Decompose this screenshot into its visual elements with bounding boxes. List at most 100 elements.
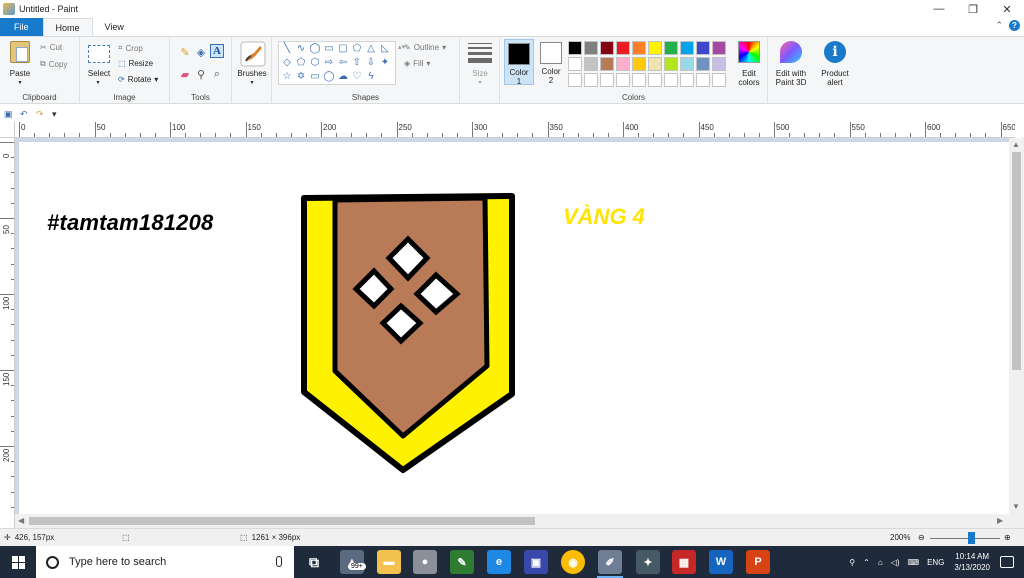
tab-view[interactable]: View bbox=[93, 18, 136, 36]
collapse-ribbon-icon[interactable]: ⌃ bbox=[995, 20, 1003, 31]
lightning-shape-icon[interactable]: ϟ bbox=[365, 72, 377, 82]
customize-qat-icon[interactable]: ▾ bbox=[52, 109, 62, 119]
palette-swatch[interactable] bbox=[680, 73, 694, 87]
zoom-in-icon[interactable]: ⊕ bbox=[1004, 533, 1011, 542]
paste-button[interactable]: Paste bbox=[6, 69, 34, 78]
palette-swatch[interactable] bbox=[648, 57, 662, 71]
palette-swatch[interactable] bbox=[584, 57, 598, 71]
line-shape-icon[interactable]: ╲ bbox=[281, 44, 293, 54]
people-tray-icon[interactable]: ⚲ bbox=[849, 558, 855, 567]
hat-app-icon[interactable]: ▲ bbox=[340, 550, 364, 574]
horizontal-scroll-thumb[interactable] bbox=[29, 517, 535, 525]
rectangle-shape-icon[interactable]: ▭ bbox=[323, 44, 335, 54]
color1-button[interactable]: Color 1 bbox=[504, 39, 534, 86]
scroll-left-icon[interactable]: ◀ bbox=[18, 516, 24, 525]
save-icon[interactable]: ▣ bbox=[4, 109, 14, 119]
floppy-app-icon[interactable]: ▣ bbox=[524, 550, 548, 574]
edit-colors-line2[interactable]: colors bbox=[730, 78, 768, 87]
fill-bucket-icon[interactable]: ◈ bbox=[194, 45, 208, 59]
color-picker-icon[interactable]: ⚲ bbox=[194, 67, 208, 81]
palette-swatch[interactable] bbox=[712, 41, 726, 55]
polygon-shape-icon[interactable]: ⬠ bbox=[351, 44, 363, 54]
edit-colors-icon[interactable] bbox=[738, 41, 760, 63]
product-alert-icon[interactable]: i bbox=[824, 41, 846, 63]
magnifier-icon[interactable]: ⌕ bbox=[210, 67, 224, 81]
palette-swatch[interactable] bbox=[600, 73, 614, 87]
sheets-app-icon[interactable]: ✎ bbox=[450, 550, 474, 574]
drawing-canvas[interactable]: #tamtam181208 VÀNG 4 bbox=[19, 142, 1009, 514]
callout-cloud-shape-icon[interactable]: ☁ bbox=[337, 72, 349, 82]
palette-swatch[interactable] bbox=[680, 57, 694, 71]
palette-swatch[interactable] bbox=[696, 57, 710, 71]
powerpoint-app-icon[interactable]: P bbox=[746, 550, 770, 574]
select-dropdown-icon[interactable]: ▾ bbox=[94, 79, 102, 86]
palette-swatch[interactable] bbox=[584, 73, 598, 87]
edit-colors-line1[interactable]: Edit bbox=[730, 69, 768, 78]
word-app-icon[interactable]: W bbox=[709, 550, 733, 574]
redo-icon[interactable]: ↷ bbox=[36, 109, 46, 119]
callout-rect-shape-icon[interactable]: ▭ bbox=[309, 72, 321, 82]
text-tool-icon[interactable]: A bbox=[210, 44, 224, 58]
action-center-icon[interactable] bbox=[1000, 556, 1014, 568]
right-arrow-shape-icon[interactable]: ⇨ bbox=[323, 58, 335, 68]
palette-swatch[interactable] bbox=[696, 73, 710, 87]
chrome-browser-icon[interactable]: ◉ bbox=[561, 550, 585, 574]
size-dropdown-icon[interactable]: ▾ bbox=[476, 79, 484, 86]
horizontal-scrollbar[interactable]: ◀ ▶ bbox=[15, 514, 1009, 528]
brush-icon[interactable] bbox=[240, 41, 266, 67]
palette-swatch[interactable] bbox=[600, 41, 614, 55]
triangle-shape-icon[interactable]: △ bbox=[365, 44, 377, 54]
rounded-rect-shape-icon[interactable]: ▢ bbox=[337, 44, 349, 54]
scroll-down-icon[interactable]: ▼ bbox=[1012, 502, 1020, 511]
palette-swatch[interactable] bbox=[584, 41, 598, 55]
paint3d-line2[interactable]: Paint 3D bbox=[770, 78, 812, 87]
close-button[interactable]: ✕ bbox=[990, 0, 1024, 18]
palette-swatch[interactable] bbox=[664, 73, 678, 87]
restore-button[interactable]: ❐ bbox=[956, 0, 990, 18]
palette-swatch[interactable] bbox=[616, 41, 630, 55]
pencil-icon[interactable]: ✎ bbox=[178, 45, 192, 59]
palette-swatch[interactable] bbox=[568, 57, 582, 71]
product-alert-line2[interactable]: alert bbox=[814, 78, 856, 87]
cut-button[interactable]: ✂ Cut bbox=[40, 43, 62, 52]
product-alert-line1[interactable]: Product bbox=[814, 69, 856, 78]
task-view-icon[interactable]: ⧉ bbox=[302, 550, 326, 574]
right-triangle-shape-icon[interactable]: ◺ bbox=[379, 44, 391, 54]
tab-home[interactable]: Home bbox=[42, 18, 93, 36]
zoom-slider-thumb[interactable] bbox=[968, 532, 975, 544]
taskbar-search[interactable]: Type here to search bbox=[36, 546, 294, 578]
curve-shape-icon[interactable]: ∿ bbox=[295, 44, 307, 54]
game-app-icon[interactable]: ✦ bbox=[636, 550, 660, 574]
palette-swatch[interactable] bbox=[712, 73, 726, 87]
tab-file[interactable]: File bbox=[0, 18, 43, 36]
left-arrow-shape-icon[interactable]: ⇦ bbox=[337, 58, 349, 68]
heart-shape-icon[interactable]: ♡ bbox=[351, 72, 363, 82]
five-star-shape-icon[interactable]: ☆ bbox=[281, 72, 293, 82]
edge-browser-icon[interactable]: e bbox=[487, 550, 511, 574]
keyboard-icon[interactable]: ⌨ bbox=[908, 558, 920, 567]
palette-swatch[interactable] bbox=[696, 41, 710, 55]
paste-dropdown-icon[interactable]: ▾ bbox=[16, 79, 24, 86]
paint3d-icon[interactable] bbox=[780, 41, 802, 63]
down-arrow-shape-icon[interactable]: ⇩ bbox=[365, 58, 377, 68]
microphone-icon[interactable] bbox=[276, 556, 282, 567]
help-icon[interactable]: ? bbox=[1009, 20, 1020, 31]
people-app-icon[interactable]: ● bbox=[413, 550, 437, 574]
palette-swatch[interactable] bbox=[680, 41, 694, 55]
package-app-icon[interactable]: ▦ bbox=[672, 550, 696, 574]
palette-swatch[interactable] bbox=[568, 41, 582, 55]
callout-oval-shape-icon[interactable]: ◯ bbox=[323, 72, 335, 82]
six-star-shape-icon[interactable]: ✡ bbox=[295, 72, 307, 82]
undo-icon[interactable]: ↶ bbox=[20, 109, 30, 119]
vertical-scrollbar[interactable]: ▲ ▼ bbox=[1009, 138, 1024, 528]
pentagon-shape-icon[interactable]: ⬠ bbox=[295, 58, 307, 68]
brushes-dropdown-icon[interactable]: ▾ bbox=[248, 79, 256, 86]
brushes-button[interactable]: Brushes bbox=[234, 69, 270, 78]
diamond-shape-icon[interactable]: ◇ bbox=[281, 58, 293, 68]
palette-swatch[interactable] bbox=[600, 57, 614, 71]
palette-swatch[interactable] bbox=[664, 41, 678, 55]
palette-swatch[interactable] bbox=[664, 57, 678, 71]
color2-button[interactable]: Color 2 bbox=[536, 39, 566, 85]
crop-button[interactable]: ⌗ Crop bbox=[118, 43, 143, 53]
copy-button[interactable]: ⧉ Copy bbox=[40, 59, 67, 69]
